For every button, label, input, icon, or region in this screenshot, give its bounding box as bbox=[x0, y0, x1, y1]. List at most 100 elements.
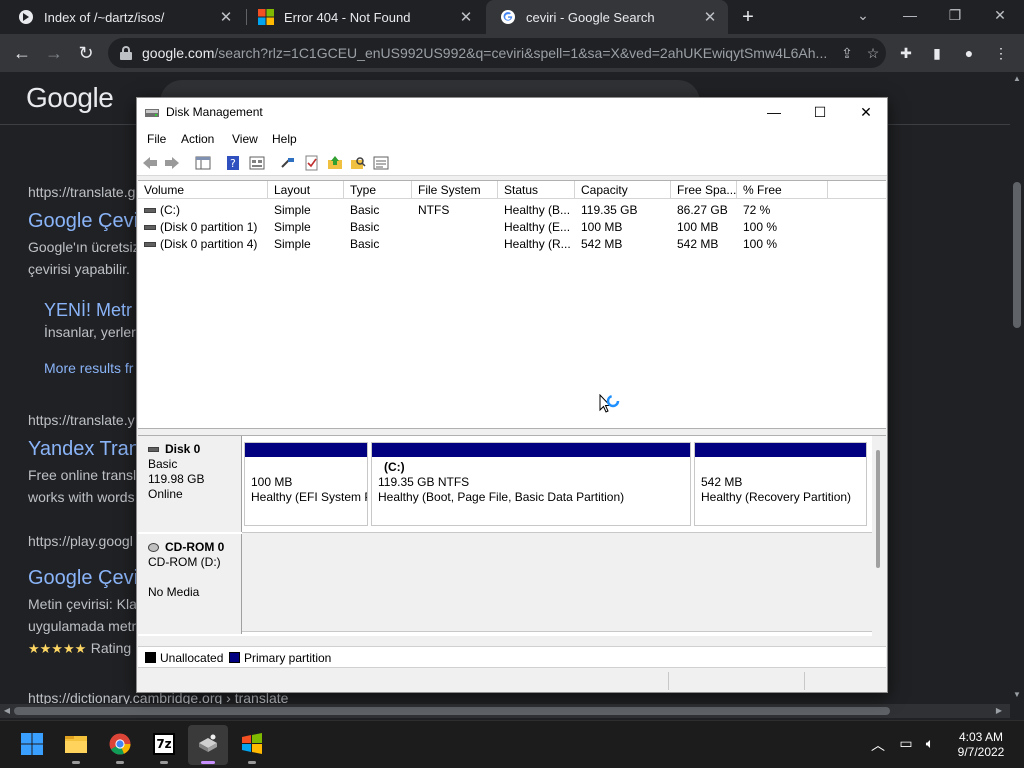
taskbar-7zip[interactable]: 7z bbox=[144, 725, 184, 765]
result-cite[interactable]: https://play.googl bbox=[28, 533, 133, 549]
scroll-up-icon[interactable]: ▲ bbox=[1010, 74, 1024, 83]
primary-partition-bar bbox=[245, 443, 367, 457]
url-text[interactable]: google.com/search?rlz=1C1GCEU_enUS992US9… bbox=[142, 45, 834, 61]
scrollbar-thumb[interactable] bbox=[876, 450, 880, 568]
disk-0-label[interactable]: Disk 0 Basic 119.98 GB Online bbox=[138, 436, 242, 532]
tab-error-404[interactable]: Error 404 - Not Found ✕ bbox=[244, 0, 484, 34]
volume-layout: Simple bbox=[274, 203, 311, 217]
extensions-icon[interactable]: ✚ bbox=[895, 42, 917, 64]
scroll-down-icon[interactable]: ▼ bbox=[1010, 690, 1024, 699]
result-title[interactable]: Yandex Tran bbox=[28, 438, 140, 461]
profile-icon[interactable]: ● bbox=[958, 42, 980, 64]
tab-search-icon[interactable]: ⌄ bbox=[841, 0, 885, 30]
connect-icon[interactable] bbox=[280, 155, 296, 171]
bookmark-star-icon[interactable]: ☆ bbox=[860, 45, 886, 62]
menu-help[interactable]: Help bbox=[272, 132, 297, 146]
column-header-volume[interactable]: Volume bbox=[138, 181, 268, 199]
maximize-icon[interactable]: ☐ bbox=[797, 98, 843, 128]
scroll-right-icon[interactable]: ▶ bbox=[992, 704, 1006, 718]
view-list-icon[interactable] bbox=[373, 155, 389, 171]
network-icon[interactable]: ▭ bbox=[896, 735, 916, 752]
result-title[interactable]: Google Çevi bbox=[28, 567, 138, 590]
graphical-view-scrollbar[interactable] bbox=[872, 436, 886, 636]
partition-size: 119.35 GB NTFS bbox=[378, 475, 470, 489]
partition-c[interactable]: (C:) 119.35 GB NTFS Healthy (Boot, Page … bbox=[371, 442, 691, 526]
volume-list[interactable]: Volume Layout Type File System Status Ca… bbox=[138, 180, 886, 428]
forward-arrow-icon[interactable] bbox=[164, 155, 180, 171]
volume-capacity: 100 MB bbox=[581, 220, 623, 234]
tab-close-icon[interactable]: ✕ bbox=[700, 8, 720, 26]
cdrom-empty-area[interactable] bbox=[242, 532, 872, 632]
volume-icon bbox=[144, 208, 156, 213]
menu-file[interactable]: File bbox=[147, 132, 166, 146]
scrollbar-thumb[interactable] bbox=[14, 707, 890, 715]
upload-folder-icon[interactable] bbox=[327, 155, 343, 171]
restore-icon[interactable]: ❐ bbox=[933, 0, 977, 30]
cdrom-0-label[interactable]: CD-ROM 0 CD-ROM (D:) No Media bbox=[138, 534, 242, 634]
legend-primary-partition: Primary partition bbox=[244, 651, 332, 665]
minimize-icon[interactable]: — bbox=[751, 98, 797, 128]
tab-close-icon[interactable]: ✕ bbox=[456, 8, 476, 26]
taskbar-chrome[interactable] bbox=[100, 725, 140, 765]
taskbar-file-explorer[interactable] bbox=[56, 725, 96, 765]
more-results-link[interactable]: More results fr bbox=[44, 360, 133, 376]
taskbar-windows-app[interactable] bbox=[232, 725, 272, 765]
new-tab-icon[interactable]: + bbox=[737, 4, 759, 30]
volume-icon[interactable]: 🔈︎ bbox=[920, 735, 940, 752]
google-logo[interactable]: Google bbox=[26, 82, 114, 114]
result-cite[interactable]: https://translate.y bbox=[28, 412, 135, 428]
share-icon[interactable]: ⇪ bbox=[834, 45, 860, 62]
volume-row[interactable]: (Disk 0 partition 4) Simple Basic Health… bbox=[138, 236, 886, 253]
show-hidden-icons[interactable]: ︿ bbox=[868, 735, 888, 755]
start-button[interactable] bbox=[12, 725, 52, 765]
pane-splitter[interactable] bbox=[138, 428, 886, 436]
page-vertical-scrollbar[interactable]: ▲ ▼ bbox=[1010, 72, 1024, 704]
show-hide-console-tree-icon[interactable] bbox=[195, 155, 211, 171]
page-horizontal-scrollbar[interactable]: ◀ ▶ bbox=[0, 704, 1010, 718]
forward-icon[interactable]: → bbox=[40, 40, 68, 66]
taskbar-disk-management[interactable] bbox=[188, 725, 228, 765]
column-header-status[interactable]: Status bbox=[498, 181, 575, 199]
scroll-left-icon[interactable]: ◀ bbox=[0, 704, 14, 718]
column-header-free-space[interactable]: Free Spa... bbox=[671, 181, 737, 199]
help-icon[interactable]: ? bbox=[225, 155, 241, 171]
menu-kebab-icon[interactable]: ⋮ bbox=[990, 42, 1012, 64]
result-cite[interactable]: https://translate.g bbox=[28, 184, 135, 200]
result-snippet: Free online transl bbox=[28, 467, 137, 483]
volume-free-space: 86.27 GB bbox=[677, 203, 728, 217]
result-title[interactable]: Google Çevi bbox=[28, 210, 138, 233]
column-header-percent-free[interactable]: % Free bbox=[737, 181, 828, 199]
check-icon[interactable] bbox=[304, 155, 320, 171]
reload-icon[interactable]: ↻ bbox=[72, 40, 100, 66]
column-header-type[interactable]: Type bbox=[344, 181, 412, 199]
column-header-layout[interactable]: Layout bbox=[268, 181, 344, 199]
tab-index-of-isos[interactable]: Index of /~dartz/isos/ ✕ bbox=[4, 0, 244, 34]
partition-recovery[interactable]: 542 MB Healthy (Recovery Partition) bbox=[694, 442, 867, 526]
column-header-file-system[interactable]: File System bbox=[412, 181, 498, 199]
tab-close-icon[interactable]: ✕ bbox=[216, 8, 236, 26]
back-arrow-icon[interactable] bbox=[142, 155, 158, 171]
menu-view[interactable]: View bbox=[232, 132, 258, 146]
close-window-icon[interactable]: ✕ bbox=[978, 0, 1022, 30]
window-title-bar[interactable]: Disk Management — ☐ ✕ bbox=[137, 98, 887, 128]
taskbar-clock[interactable]: 4:03 AM 9/7/2022 bbox=[946, 730, 1016, 760]
volume-row[interactable]: (Disk 0 partition 1) Simple Basic Health… bbox=[138, 219, 886, 236]
volume-row[interactable]: (C:) Simple Basic NTFS Healthy (B... 119… bbox=[138, 202, 886, 219]
scrollbar-thumb[interactable] bbox=[1013, 182, 1021, 328]
search-folder-icon[interactable] bbox=[350, 155, 366, 171]
menu-action[interactable]: Action bbox=[181, 132, 214, 146]
status-divider bbox=[668, 672, 669, 690]
volume-free-space: 542 MB bbox=[677, 237, 719, 251]
tab-google-search[interactable]: ceviri - Google Search ✕ bbox=[486, 0, 728, 34]
side-panel-icon[interactable]: ▮ bbox=[926, 42, 948, 64]
sub-result-title[interactable]: YENİ! Metr bbox=[44, 300, 132, 321]
minimize-icon[interactable]: — bbox=[888, 0, 932, 30]
disk-graphical-view: Disk 0 Basic 119.98 GB Online 100 MB Hea… bbox=[138, 436, 872, 636]
partition-efi[interactable]: 100 MB Healthy (EFI System Partition) bbox=[244, 442, 368, 526]
volume-list-header: Volume Layout Type File System Status Ca… bbox=[138, 181, 886, 199]
back-icon[interactable]: ← bbox=[8, 40, 36, 66]
close-icon[interactable]: ✕ bbox=[843, 98, 889, 128]
column-header-capacity[interactable]: Capacity bbox=[575, 181, 671, 199]
address-bar[interactable]: google.com/search?rlz=1C1GCEU_enUS992US9… bbox=[108, 38, 886, 68]
properties-icon[interactable] bbox=[249, 155, 265, 171]
